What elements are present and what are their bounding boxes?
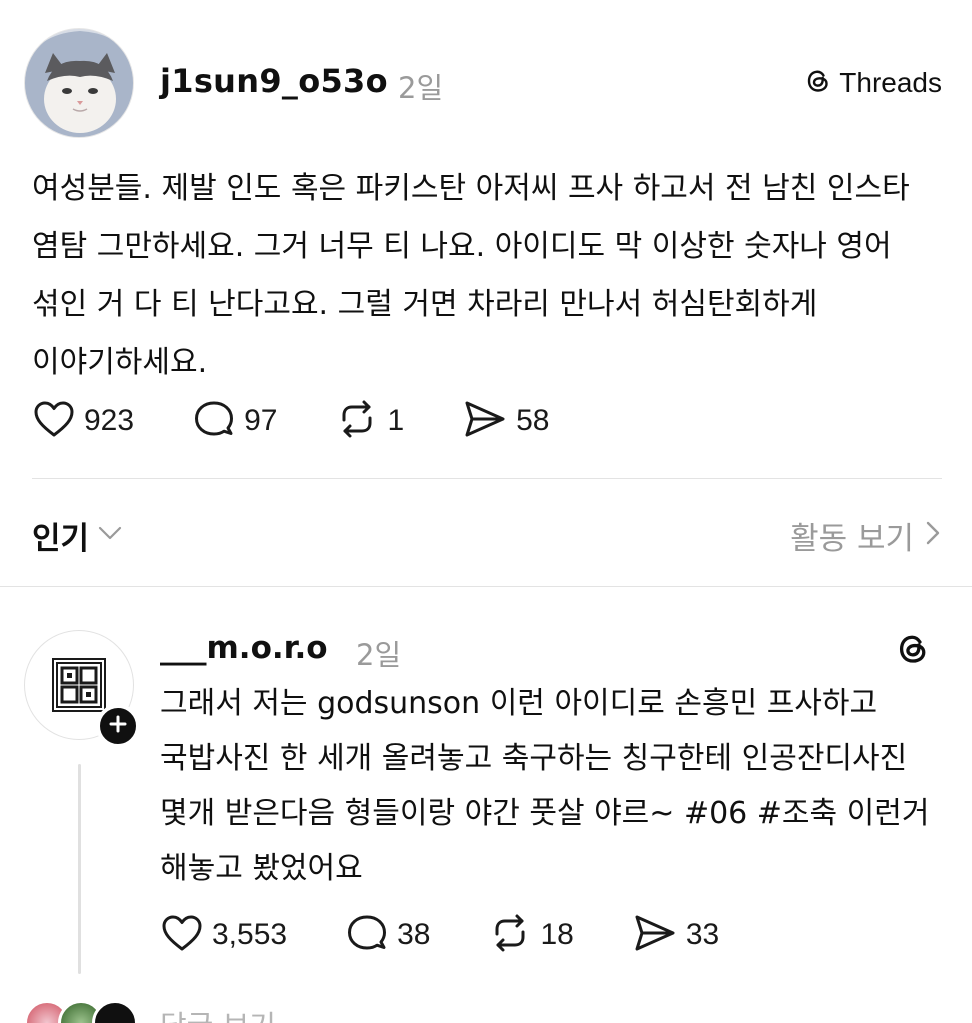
repost-icon xyxy=(335,398,379,444)
reply-timestamp: 2일 xyxy=(356,638,402,672)
user-avatar-cat[interactable] xyxy=(24,28,134,138)
like-button[interactable]: 923 xyxy=(32,398,134,444)
plus-icon xyxy=(108,714,128,738)
comment-button[interactable]: 38 xyxy=(345,912,430,958)
share-button[interactable]: 33 xyxy=(632,912,719,958)
view-activity-label: 활동 보기 xyxy=(790,520,914,557)
heart-icon xyxy=(32,398,76,444)
follow-plus-button[interactable] xyxy=(96,704,140,748)
sort-label: 인기 xyxy=(32,520,90,557)
reply-body-text: 그래서 저는 godsunson 이런 아이디로 손흥민 프사하고 국밥사진 한… xyxy=(160,686,930,886)
threads-logo-icon[interactable] xyxy=(894,630,932,672)
repost-button[interactable]: 1 xyxy=(335,398,404,444)
post-timestamp: 2일 xyxy=(398,71,444,105)
share-button[interactable]: 58 xyxy=(462,398,550,444)
threads-badge[interactable]: Threads xyxy=(803,66,942,100)
view-activity-link[interactable]: 활동 보기 xyxy=(790,513,942,558)
threads-badge-label: Threads xyxy=(839,67,942,98)
qr-pattern-avatar-image xyxy=(52,658,106,712)
view-replies-link[interactable]: 답글 보기 xyxy=(160,1003,276,1023)
divider xyxy=(32,478,942,479)
like-count: 3,553 xyxy=(212,918,288,951)
chevron-right-icon xyxy=(924,519,942,551)
comment-bubble-icon xyxy=(345,912,389,958)
chevron-down-icon xyxy=(97,524,123,546)
sort-dropdown[interactable]: 인기 xyxy=(32,513,123,558)
repost-count: 18 xyxy=(540,918,574,951)
post-username[interactable]: j1sun9_o53o xyxy=(160,62,388,100)
threads-logo-icon xyxy=(803,66,833,100)
avatar xyxy=(92,1000,138,1023)
share-send-icon xyxy=(462,398,508,444)
comment-count: 97 xyxy=(244,404,278,437)
comment-count: 38 xyxy=(397,918,431,951)
repost-icon xyxy=(488,912,532,958)
post-body-text: 여성분들. 제발 인도 혹은 파키스탄 아저씨 프사 하고서 전 남친 인스타 … xyxy=(32,171,910,380)
share-count: 33 xyxy=(685,918,720,951)
share-send-icon xyxy=(632,912,678,958)
heart-icon xyxy=(160,912,204,958)
like-button[interactable]: 3,553 xyxy=(160,912,287,958)
thread-connector-line xyxy=(78,764,81,974)
repost-count: 1 xyxy=(387,404,405,437)
replies-sort-row: 인기 활동 보기 xyxy=(32,510,942,560)
comment-button[interactable]: 97 xyxy=(192,398,277,444)
reply-avatars-stack[interactable] xyxy=(24,1000,138,1023)
share-count: 58 xyxy=(516,404,550,437)
reply-username[interactable]: ___m.o.r.o xyxy=(160,630,328,666)
reply-action-bar: 3,553 38 18 33 xyxy=(160,912,777,958)
cat-avatar-image xyxy=(25,29,133,137)
repost-button[interactable]: 18 xyxy=(488,912,574,958)
like-count: 923 xyxy=(84,404,135,437)
comment-bubble-icon xyxy=(192,398,236,444)
post-action-bar: 923 97 1 58 xyxy=(32,398,608,444)
divider xyxy=(0,586,972,587)
